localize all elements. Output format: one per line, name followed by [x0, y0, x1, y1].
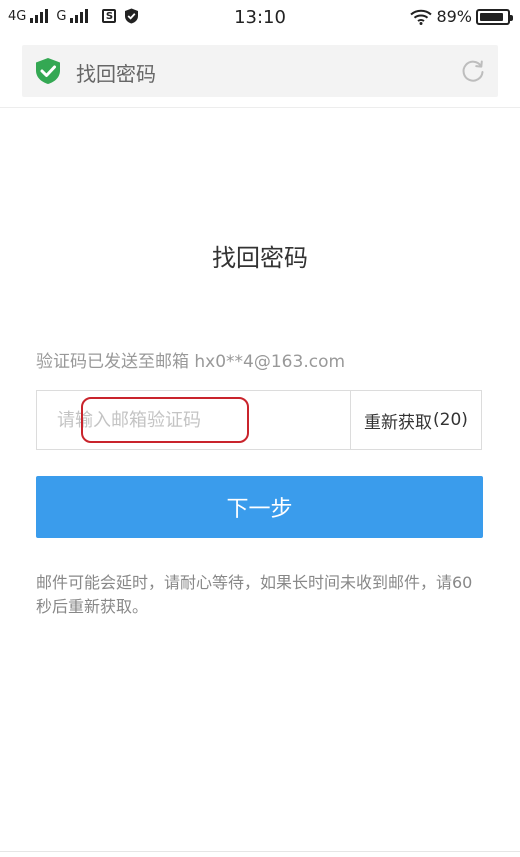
battery-level — [480, 12, 504, 21]
battery-percent: 89% — [436, 7, 472, 26]
resend-label: 重新获取 — [364, 412, 433, 433]
refresh-icon[interactable] — [460, 58, 486, 84]
wifi-icon — [410, 9, 433, 25]
bottom-divider — [0, 851, 520, 852]
status-right: 89% — [410, 7, 513, 26]
code-sent-message: 验证码已发送至邮箱 hx0**4@163.com — [36, 352, 346, 372]
shield-check-icon — [36, 58, 60, 84]
verification-code-row: 重新获取(20) — [36, 390, 482, 450]
browser-title-bar[interactable]: 找回密码 — [22, 45, 498, 97]
resend-countdown: (20) — [433, 410, 468, 430]
email-code-input[interactable] — [37, 391, 349, 449]
header-divider — [0, 107, 520, 108]
delay-notice: 邮件可能会延时，请耐心等待，如果长时间未收到邮件，请60秒后重新获取。 — [36, 573, 473, 616]
status-bar: 4G G S 13:10 89% — [0, 0, 520, 36]
browser-page-title: 找回密码 — [76, 62, 156, 86]
page-title: 找回密码 — [212, 244, 308, 272]
battery-icon — [476, 8, 513, 25]
resend-code-button[interactable]: 重新获取 (20) — [350, 391, 481, 449]
next-step-button[interactable]: 下一步 — [36, 476, 483, 538]
